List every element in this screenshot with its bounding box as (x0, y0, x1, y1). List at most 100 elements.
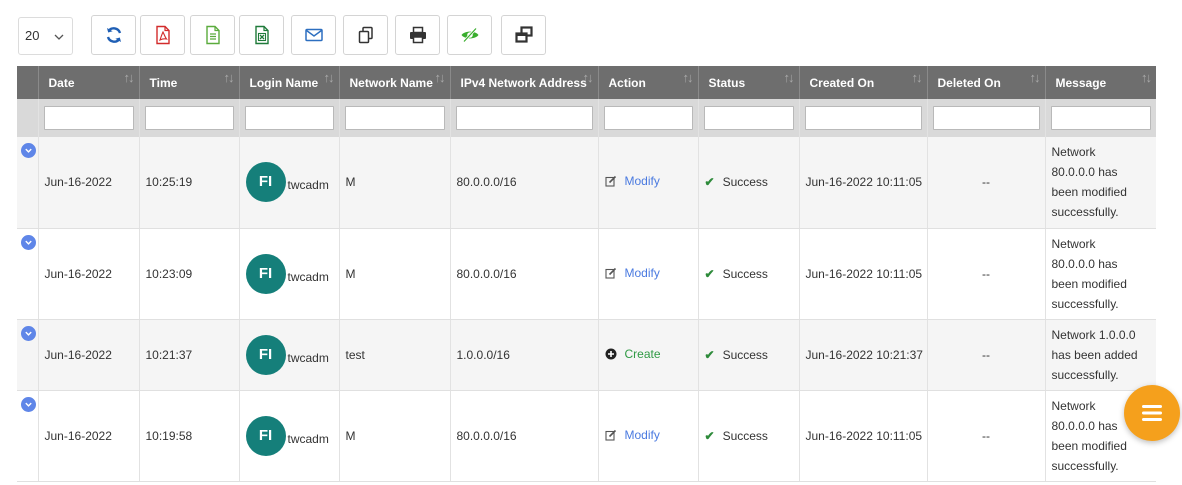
filter-input-ipv4-address[interactable] (455, 106, 593, 130)
cell-action: Modify (598, 228, 699, 320)
message-line: been modified (1051, 276, 1127, 291)
expand-row-icon[interactable] (21, 396, 36, 412)
expand-row-icon[interactable] (21, 325, 36, 341)
column-header-deleted-on[interactable]: Deleted On ↑↓ (927, 66, 1046, 99)
message-line: Network (1051, 145, 1096, 160)
cell-time: 10:23:09 (139, 228, 240, 320)
login-name-text: twcadm (287, 178, 329, 193)
cell-status: ✔ Success (698, 228, 800, 320)
column-header-action[interactable]: Action ↑↓ (598, 66, 699, 99)
sort-icon[interactable]: ↑↓ (224, 70, 235, 85)
export-csv-button[interactable] (190, 15, 235, 55)
cell-created-on: Jun-16-2022 10:21:37 (799, 319, 928, 391)
sort-icon[interactable]: ↑↓ (583, 70, 594, 85)
message-line: 80.0.0.0 has (1051, 256, 1118, 271)
cell-ipv4-address: 80.0.0.0/16 (450, 390, 599, 482)
sort-icon[interactable]: ↑↓ (683, 70, 694, 85)
modify-action-link[interactable]: Modify (604, 427, 660, 442)
cell-login-name: FI twcadm (239, 319, 340, 391)
email-button[interactable] (291, 15, 336, 55)
sort-icon[interactable]: ↑↓ (1141, 70, 1152, 85)
column-header-label: Date (48, 75, 75, 90)
refresh-button[interactable] (91, 15, 136, 55)
page-size-value: 20 (25, 28, 40, 43)
filter-row (17, 99, 1156, 137)
column-header-label: Deleted On (937, 75, 1001, 90)
restore-icon (514, 26, 533, 43)
cell-created-on: Jun-16-2022 10:11:05 (799, 390, 928, 482)
expand-row-icon[interactable] (21, 234, 36, 250)
sort-icon[interactable]: ↑↓ (1030, 70, 1041, 85)
cell-login-name: FI twcadm (239, 228, 340, 320)
table-row: Jun-16-2022 10:25:19 FI twcadm M 80.0.0.0… (17, 137, 1156, 229)
export-excel-button[interactable] (239, 15, 284, 55)
sort-icon[interactable]: ↑↓ (324, 70, 335, 85)
restore-window-button[interactable] (501, 15, 546, 55)
status-text: Success (722, 175, 768, 190)
header-row: Date ↑↓ Time ↑↓ Login Name ↑↓ Network Name ↑… (17, 66, 1156, 99)
cell-action: Modify (598, 390, 699, 482)
action-label: Modify (624, 427, 660, 442)
filter-input-network-name[interactable] (344, 106, 445, 130)
page-size-select[interactable]: 20 (18, 17, 73, 55)
expand-cell (17, 137, 39, 229)
expand-row-icon[interactable] (21, 143, 36, 158)
column-header-time[interactable]: Time ↑↓ (139, 66, 240, 99)
action-label: Create (624, 346, 661, 361)
filter-cell (239, 99, 340, 137)
message-line: successfully. (1051, 367, 1119, 382)
filter-input-date[interactable] (43, 106, 134, 130)
column-header-ipv4-address[interactable]: IPv4 Network Address ↑↓ (450, 66, 599, 99)
column-header-status[interactable]: Status ↑↓ (698, 66, 800, 99)
column-header-login-name[interactable]: Login Name ↑↓ (239, 66, 340, 99)
avatar: FI (245, 253, 286, 294)
modify-action-link[interactable]: Modify (604, 174, 660, 188)
column-header-label: Time (149, 75, 178, 90)
filter-input-deleted-on[interactable] (932, 106, 1040, 130)
cell-date: Jun-16-2022 (38, 228, 140, 320)
avatar: FI (245, 162, 286, 203)
text-file-icon (205, 25, 220, 45)
modify-action-link[interactable]: Modify (604, 265, 660, 280)
column-header-date[interactable]: Date ↑↓ (38, 66, 140, 99)
cell-status: ✔ Success (698, 390, 800, 482)
cell-created-on: Jun-16-2022 10:11:05 (799, 137, 928, 229)
filter-cell (698, 99, 800, 137)
message-line: successfully. (1051, 205, 1119, 220)
export-pdf-button[interactable] (140, 15, 185, 55)
sort-icon[interactable]: ↑↓ (435, 70, 446, 85)
cell-status: ✔ Success (698, 319, 800, 391)
check-icon: ✔ (704, 428, 715, 443)
filter-input-created-on[interactable] (804, 106, 922, 130)
sort-icon[interactable]: ↑↓ (784, 70, 795, 85)
sort-icon[interactable]: ↑↓ (124, 70, 135, 85)
print-button[interactable] (395, 15, 440, 55)
sort-icon[interactable]: ↑↓ (912, 70, 923, 85)
copy-button[interactable] (343, 15, 388, 55)
cell-network-name: M (339, 228, 451, 320)
filter-input-login-name[interactable] (244, 106, 334, 130)
column-visibility-button[interactable] (447, 15, 492, 55)
create-action-link[interactable]: Create (605, 347, 661, 361)
column-header-created-on[interactable]: Created On ↑↓ (799, 66, 928, 99)
message-line: been modified (1051, 438, 1127, 453)
filter-input-time[interactable] (144, 106, 234, 130)
login-name-text: twcadm (287, 431, 329, 446)
excel-icon (254, 25, 269, 45)
table-row: Jun-16-2022 10:23:09 FI twcadm M 80.0.0.0… (17, 228, 1156, 320)
expand-cell (17, 228, 39, 320)
filter-input-action[interactable] (603, 106, 693, 130)
filter-cell-empty (17, 99, 39, 137)
expand-cell (17, 390, 39, 482)
action-label: Modify (624, 265, 660, 280)
filter-cell (339, 99, 451, 137)
floating-menu-button[interactable] (1124, 385, 1180, 441)
cell-login-name: FI twcadm (239, 137, 340, 229)
cell-ipv4-address: 80.0.0.0/16 (450, 137, 599, 229)
column-header-network-name[interactable]: Network Name ↑↓ (339, 66, 451, 99)
filter-cell (1045, 99, 1156, 137)
cell-network-name: M (339, 137, 451, 229)
filter-input-message[interactable] (1050, 106, 1151, 130)
column-header-message[interactable]: Message ↑↓ (1045, 66, 1156, 99)
filter-input-status[interactable] (703, 106, 794, 130)
